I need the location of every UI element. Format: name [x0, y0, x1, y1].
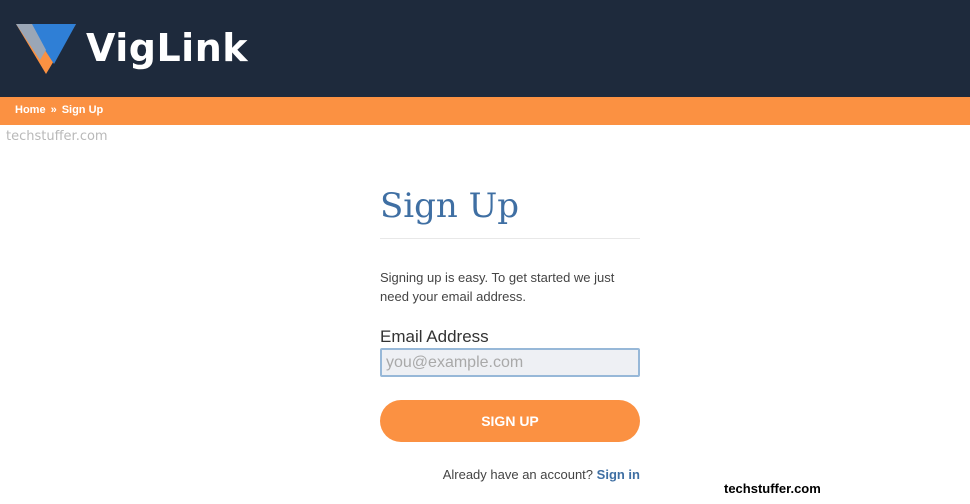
sign-in-link[interactable]: Sign in — [597, 467, 640, 482]
breadcrumb: Home » Sign Up — [15, 104, 103, 116]
viglink-logo-icon[interactable] — [14, 20, 78, 76]
title-divider — [380, 238, 640, 239]
intro-text: Signing up is easy. To get started we ju… — [380, 270, 615, 304]
email-label: Email Address — [380, 327, 489, 346]
watermark-top: techstuffer.com — [6, 129, 108, 144]
brand-name[interactable]: VigLink — [86, 26, 248, 70]
signin-row: Already have an account? Sign in — [380, 467, 640, 482]
breadcrumb-separator: » — [50, 104, 57, 116]
email-field[interactable] — [380, 348, 640, 377]
breadcrumb-home-link[interactable]: Home — [15, 104, 46, 116]
signin-prompt: Already have an account? — [442, 467, 594, 482]
breadcrumb-current: Sign Up — [61, 104, 104, 116]
breadcrumb-bar: Home » Sign Up — [0, 97, 970, 125]
page-title: Sign Up — [380, 186, 520, 226]
watermark-bottom: techstuffer.com — [724, 481, 821, 496]
site-header: VigLink — [0, 0, 970, 97]
sign-up-button[interactable]: SIGN UP — [380, 400, 640, 442]
